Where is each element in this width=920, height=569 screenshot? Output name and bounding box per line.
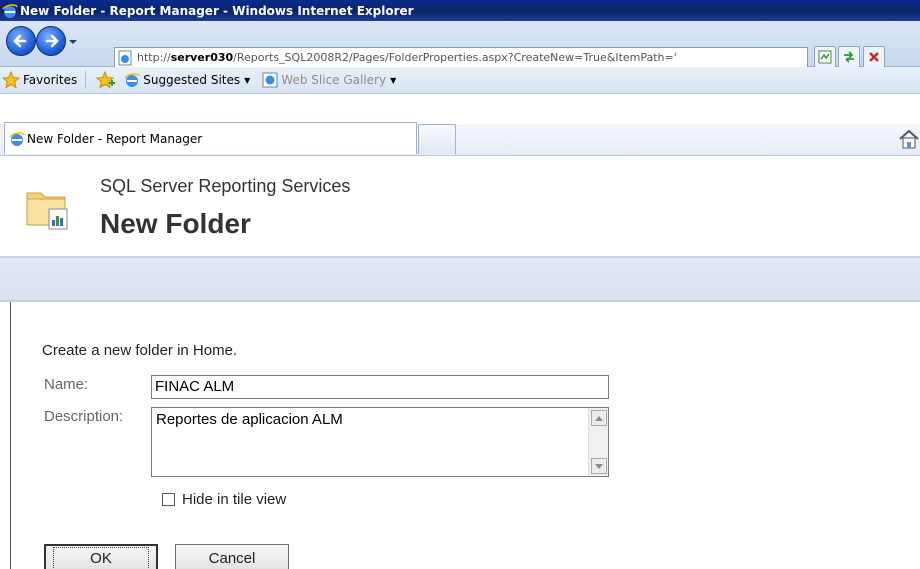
page-title: New Folder [100, 208, 251, 239]
add-to-favorites-bar-button[interactable] [96, 71, 116, 89]
ie-page-icon [262, 72, 278, 88]
refresh-icon [844, 51, 854, 63]
hide-in-tile-view-label: Hide in tile view [182, 491, 287, 508]
compatibility-view-icon [818, 50, 832, 64]
forward-button[interactable] [36, 26, 66, 56]
ok-label: OK [53, 546, 149, 569]
address-bar[interactable]: http://server030/Reports_SQL2008R2/Pages… [114, 47, 808, 68]
navigation-bar: http://server030/Reports_SQL2008R2/Pages… [0, 21, 920, 68]
chevron-down-icon [595, 463, 603, 469]
window-title-bar: New Folder - Report Manager - Windows In… [0, 0, 920, 21]
description-scrollbar[interactable] [588, 408, 608, 476]
back-arrow-icon [13, 34, 27, 48]
address-host: server030 [170, 51, 234, 64]
home-icon[interactable] [898, 129, 920, 149]
recent-pages-dropdown-icon[interactable] [68, 37, 78, 47]
hide-in-tile-view-checkbox[interactable] [162, 493, 175, 506]
description-text: Reportes de aplicacion ALM [156, 411, 343, 428]
folder-icon [26, 192, 68, 230]
stop-icon [869, 52, 879, 62]
back-button[interactable] [6, 26, 36, 56]
address-prefix: http:// [137, 51, 171, 64]
page-icon [118, 50, 132, 65]
hide-in-tile-view-option[interactable]: Hide in tile view [162, 491, 286, 508]
compatibility-view-button[interactable] [814, 46, 836, 68]
name-label: Name: [44, 376, 89, 393]
ie-icon [124, 73, 140, 87]
favorites-bar: Favorites Suggested Sites ▼ Web Slice Ga… [0, 67, 920, 94]
page-header: SQL Server Reporting Services New Folder [0, 160, 920, 256]
favorites-label: Favorites [23, 73, 78, 87]
web-slice-gallery-link[interactable]: Web Slice Gallery ▼ [262, 72, 396, 88]
new-folder-form: Create a new folder in Home. Name: FINAC… [0, 302, 920, 569]
star-icon [2, 71, 20, 89]
scroll-down-button[interactable] [591, 458, 607, 474]
tab-new-folder[interactable]: New Folder - Report Manager [4, 122, 417, 154]
stop-button[interactable] [863, 46, 885, 68]
address-path: /Reports_SQL2008R2/Pages/FolderPropertie… [233, 51, 677, 64]
form-intro: Create a new folder in Home. [42, 342, 238, 359]
window-title: New Folder - Report Manager - Windows In… [20, 3, 414, 18]
web-slice-gallery-label: Web Slice Gallery [281, 73, 387, 87]
forward-arrow-icon [45, 34, 59, 48]
suggested-sites-label: Suggested Sites [143, 73, 241, 87]
dropdown-caret-icon: ▼ [390, 75, 397, 85]
divider [10, 302, 11, 569]
suggested-sites-link[interactable]: Suggested Sites ▼ [124, 72, 250, 88]
favorites-button[interactable]: Favorites [2, 71, 77, 89]
product-name: SQL Server Reporting Services [100, 176, 351, 196]
refresh-button[interactable] [838, 46, 860, 68]
ie-icon [9, 131, 25, 146]
internet-explorer-icon [2, 3, 18, 19]
toolbar-ribbon [0, 256, 920, 302]
cancel-button[interactable]: Cancel [175, 544, 289, 569]
description-label: Description: [44, 408, 124, 425]
tab-row: New Folder - Report Manager [0, 94, 920, 160]
name-field[interactable]: FINAC ALM [151, 375, 609, 399]
ok-button[interactable]: OK [44, 544, 158, 569]
add-favorite-icon [96, 71, 116, 89]
chevron-up-icon [595, 415, 603, 421]
scroll-up-button[interactable] [591, 410, 607, 426]
dropdown-caret-icon: ▼ [244, 75, 251, 85]
divider [85, 71, 87, 89]
description-field[interactable]: Reportes de aplicacion ALM [151, 407, 609, 477]
new-tab-button[interactable] [418, 124, 456, 154]
tab-label: New Folder - Report Manager [27, 131, 203, 146]
